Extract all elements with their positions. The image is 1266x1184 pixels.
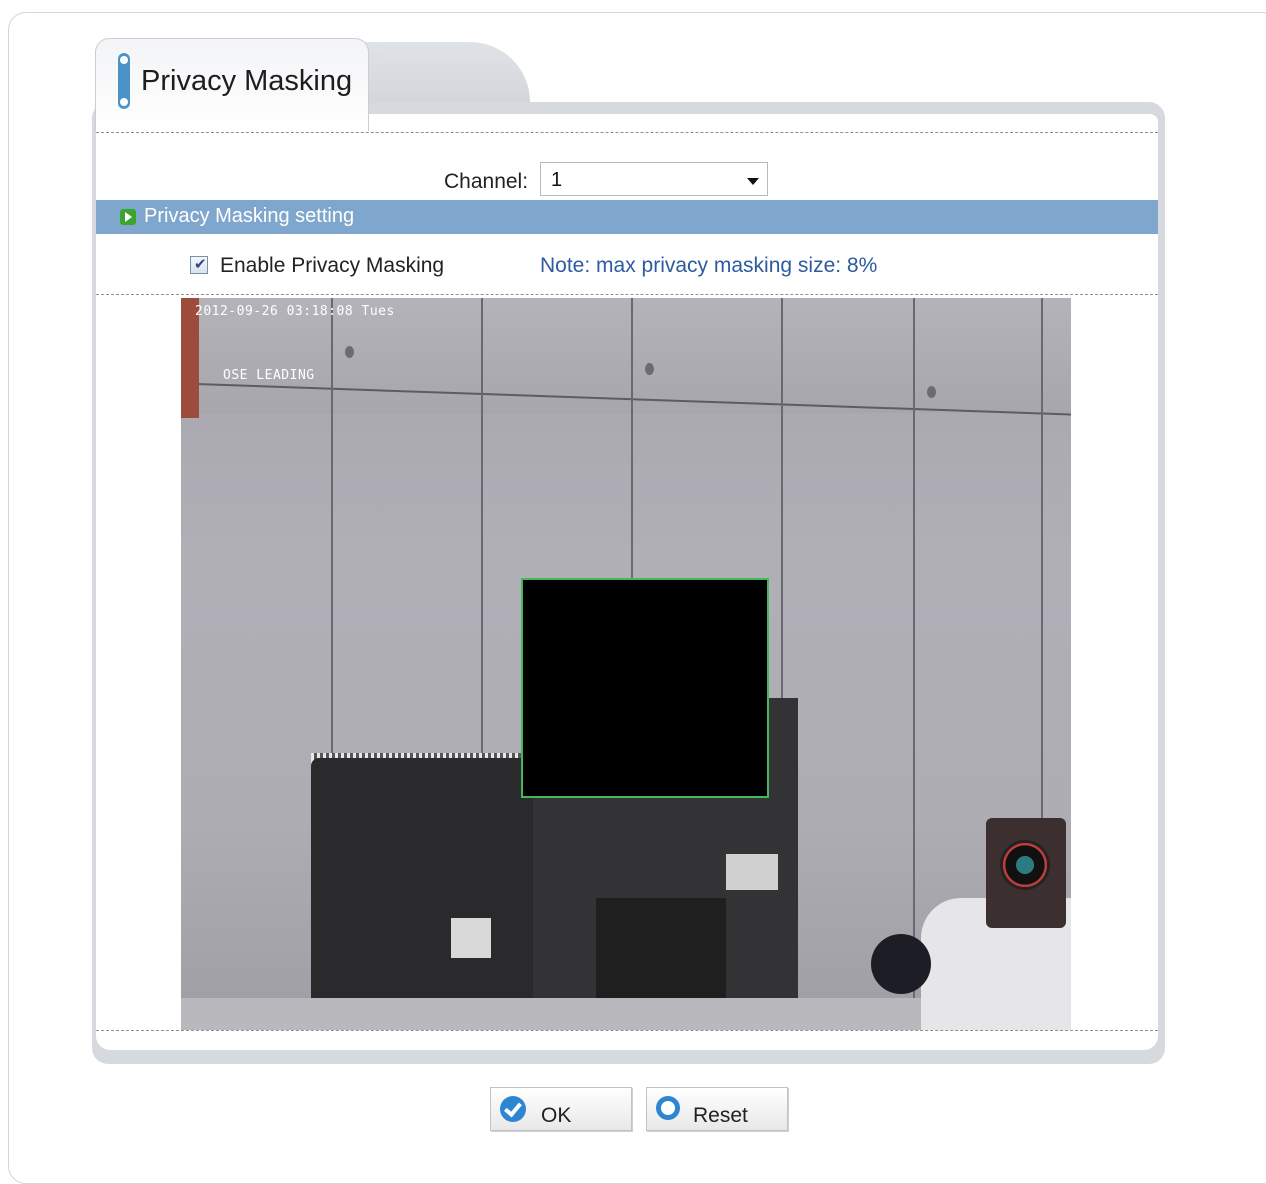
enable-privacy-label[interactable]: Enable Privacy Masking (220, 254, 444, 278)
camera-scene (986, 818, 1066, 928)
divider (96, 294, 1158, 295)
osd-timestamp: 2012-09-26 03:18:08 Tues (195, 304, 395, 319)
channel-select[interactable]: 1 (540, 162, 768, 196)
reset-button-label: Reset (693, 1104, 748, 1127)
tab-privacy-masking[interactable]: Privacy Masking (95, 38, 369, 131)
channel-label: Channel: (444, 170, 529, 193)
section-header: Privacy Masking setting (96, 200, 1158, 234)
osd-title: OSE LEADING (223, 368, 315, 383)
expand-arrow-icon (120, 209, 136, 225)
enable-row: ✔ Enable Privacy Masking Note: max priva… (96, 244, 1158, 284)
panel-content: Channel: 1 Privacy Masking setting ✔ Ena… (96, 114, 1158, 1050)
enable-privacy-checkbox[interactable]: ✔ (190, 256, 208, 274)
tab-marker-icon (118, 53, 130, 109)
settings-panel: Channel: 1 Privacy Masking setting ✔ Ena… (92, 102, 1165, 1064)
section-title: Privacy Masking setting (144, 205, 355, 227)
check-circle-icon (500, 1096, 526, 1122)
ok-button[interactable]: OK (490, 1087, 632, 1131)
max-size-note: Note: max privacy masking size: 8% (540, 254, 878, 277)
reset-circle-icon (656, 1096, 680, 1120)
camera-preview[interactable]: 2012-09-26 03:18:08 Tues OSE LEADING (181, 298, 1071, 1030)
camera-scene (913, 298, 915, 1030)
divider (96, 1030, 1158, 1031)
camera-scene (645, 363, 654, 375)
channel-select-value: 1 (551, 169, 563, 191)
camera-scene (927, 386, 936, 398)
divider (96, 132, 1158, 133)
camera-scene (345, 346, 354, 358)
checkmark-icon: ✔ (194, 256, 207, 273)
ok-button-label: OK (541, 1104, 572, 1127)
camera-scene (311, 758, 541, 1030)
reset-button[interactable]: Reset (646, 1087, 788, 1131)
camera-scene (871, 934, 931, 994)
privacy-mask-region[interactable] (521, 578, 769, 798)
camera-scene (451, 918, 491, 958)
tab-title: Privacy Masking (141, 65, 353, 97)
channel-row: Channel: 1 (96, 150, 1158, 200)
camera-scene (726, 854, 778, 890)
chevron-down-icon (747, 178, 759, 185)
